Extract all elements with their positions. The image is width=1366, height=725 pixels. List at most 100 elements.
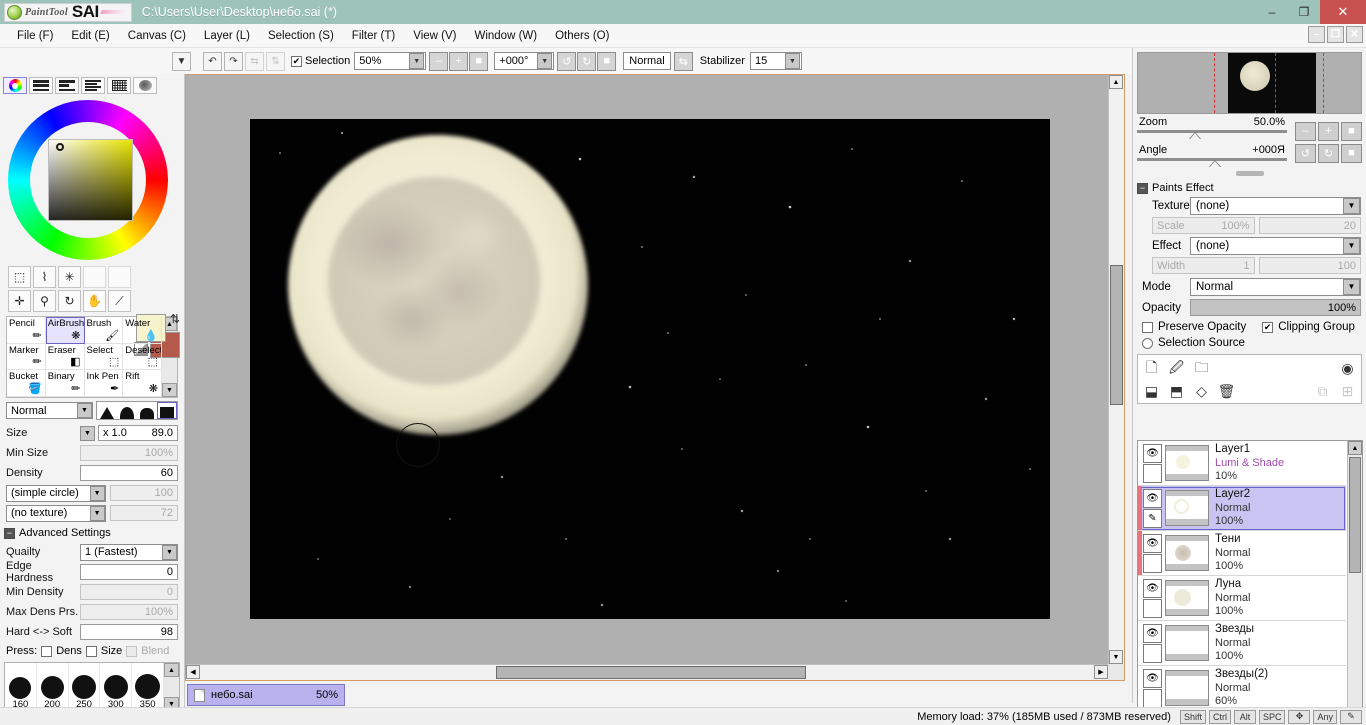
restore-button[interactable]: ❐	[1288, 0, 1320, 24]
zoom-icon[interactable]: ⚲	[33, 290, 56, 312]
chevron-down-icon[interactable]: ▼	[1343, 198, 1360, 214]
stabilizer-combo[interactable]: 15 ▼	[750, 52, 802, 70]
hand-icon[interactable]: ✋	[83, 290, 106, 312]
scroll-thumb[interactable]	[1110, 265, 1123, 405]
selection-source-radio[interactable]	[1142, 338, 1153, 349]
doc-minimize-button[interactable]: –	[1308, 26, 1325, 43]
chevron-down-icon[interactable]: ▼	[409, 53, 424, 69]
brush-marker[interactable]: Marker✏	[7, 344, 46, 371]
lasso-select-icon[interactable]: ⌇	[33, 266, 56, 288]
zoom-level-combo[interactable]: 50% ▼	[354, 52, 426, 70]
scroll-up-icon[interactable]: ▲	[164, 663, 179, 677]
menu-canvas[interactable]: Canvas (C)	[119, 28, 195, 44]
artwork-canvas[interactable]	[250, 119, 1050, 619]
scroll-right-icon[interactable]: ▶	[1094, 665, 1108, 679]
size-field[interactable]: x 1.0 89.0	[98, 425, 178, 441]
view-mode-button[interactable]: Normal	[623, 52, 670, 70]
layer-row-zvezdy-2[interactable]: 👁 Звезды(2) Normal 60%	[1138, 666, 1346, 711]
preset-scrollbar[interactable]: ▲ ▼	[164, 663, 179, 711]
layer-row-luna[interactable]: 👁 Луна Normal 100%	[1138, 576, 1346, 621]
rotate-ccw-button[interactable]: ↺	[557, 52, 576, 71]
zoom-slider-track[interactable]	[1137, 130, 1287, 133]
navigator-rotate-reset-button[interactable]: ■	[1341, 144, 1362, 163]
scroll-thumb[interactable]	[1349, 457, 1361, 573]
delete-layer-icon[interactable]: 🗑	[1217, 381, 1236, 401]
layer-row-layer1[interactable]: 👁 Layer1 Lumi & Shade 10%	[1138, 441, 1346, 486]
close-button[interactable]: ✕	[1320, 0, 1366, 24]
edge-shape-round[interactable]	[117, 402, 137, 419]
blank-tool-slot-2[interactable]	[108, 266, 131, 288]
preset-350[interactable]: 120 350	[132, 663, 164, 711]
texture-amount-field[interactable]: 20	[1259, 217, 1362, 234]
zoom-slider-thumb[interactable]	[1189, 132, 1201, 139]
rect-select-icon[interactable]: ⬚	[8, 266, 31, 288]
new-layer-icon[interactable]: 🗋	[1142, 359, 1161, 379]
angle-slider-thumb[interactable]	[1209, 160, 1221, 167]
scroll-down-icon[interactable]: ▼	[1109, 650, 1123, 664]
doc-close-button[interactable]: ✕	[1346, 26, 1363, 43]
paints-effect-header[interactable]: − Paints Effect	[1133, 179, 1366, 196]
canvas-vertical-scrollbar[interactable]: ▲ ▼	[1108, 75, 1124, 664]
brush-pencil[interactable]: Pencil✏	[7, 317, 46, 344]
layer-lock-icon[interactable]	[1143, 554, 1162, 573]
brush-airbrush[interactable]: AirBrush❋	[46, 317, 85, 344]
brush-blend-mode-combo[interactable]: Normal ▼	[6, 402, 93, 419]
brush-texture-combo[interactable]: (no texture) ▼	[6, 505, 106, 522]
preset-200[interactable]: 70 200	[37, 663, 69, 711]
eye-icon[interactable]: 👁	[1143, 579, 1162, 598]
scroll-up-icon[interactable]: ▲	[1109, 75, 1123, 89]
rotate-reset-button[interactable]: ■	[597, 52, 616, 71]
collapse-icon[interactable]: −	[1137, 183, 1148, 194]
advanced-settings-header[interactable]: − Advanced Settings	[0, 524, 184, 541]
layer-lock-icon[interactable]	[1143, 464, 1162, 483]
navigator-zoom-reset-button[interactable]: ■	[1341, 122, 1362, 141]
chevron-down-icon[interactable]: ▼	[1343, 238, 1360, 254]
navigator-zoom-in-button[interactable]: +	[1318, 122, 1339, 141]
scroll-up-icon[interactable]: ▲	[1348, 441, 1362, 455]
canvas-horizontal-scrollbar[interactable]: ◀ ▶	[186, 664, 1108, 680]
navigator-zoom-out-button[interactable]: –	[1295, 122, 1316, 141]
new-folder-icon[interactable]: 🗀	[1192, 359, 1211, 379]
selection-toggle[interactable]: ✔ Selection	[291, 55, 350, 67]
chevron-down-icon[interactable]: ▼	[90, 506, 105, 521]
chevron-down-icon[interactable]: ▼	[162, 545, 177, 560]
brush-binary[interactable]: Binary✏	[46, 370, 85, 397]
menu-filter[interactable]: Filter (T)	[343, 28, 404, 44]
effect-combo[interactable]: (none) ▼	[1190, 237, 1361, 255]
brush-deselect[interactable]: Deselect⬚	[123, 344, 162, 371]
color-list-mode-button[interactable]	[81, 77, 105, 94]
navigator-preview[interactable]	[1137, 52, 1362, 114]
layer-lock-icon[interactable]	[1143, 689, 1162, 708]
density-field[interactable]: 60	[80, 465, 178, 481]
angle-combo[interactable]: +000° ▼	[494, 52, 554, 70]
collapse-icon[interactable]: −	[4, 528, 15, 539]
layer-list[interactable]: 👁 Layer1 Lumi & Shade 10% 👁 ✎	[1137, 440, 1363, 725]
menu-layer[interactable]: Layer (L)	[195, 28, 259, 44]
edge-shape-sharp[interactable]	[97, 402, 117, 419]
pressure-density-checkbox[interactable]	[41, 646, 52, 657]
max-dens-prs-field[interactable]: 100%	[80, 604, 178, 620]
navigator-rotate-ccw-button[interactable]: ↺	[1295, 144, 1316, 163]
texture-combo[interactable]: (none) ▼	[1190, 197, 1361, 215]
zoom-in-button[interactable]: +	[449, 52, 468, 71]
color-picker[interactable]	[0, 96, 185, 264]
layer-row-zvezdy[interactable]: 👁 Звезды Normal 100%	[1138, 621, 1346, 666]
chevron-down-icon[interactable]: ▼	[537, 53, 552, 69]
swatch-grid-mode-button[interactable]	[107, 77, 131, 94]
transfer-icon[interactable]: ⧉	[1313, 381, 1332, 401]
texture-scale-field[interactable]: Scale 100%	[1152, 217, 1255, 234]
brush-bucket[interactable]: Bucket🪣	[7, 370, 46, 397]
swap-view-button[interactable]: ⇆	[674, 52, 693, 71]
layer-lock-icon[interactable]	[1143, 644, 1162, 663]
preserve-opacity-checkbox[interactable]	[1142, 322, 1153, 333]
scroll-thumb[interactable]	[496, 666, 806, 679]
edge-shape-solid[interactable]	[157, 402, 177, 419]
magic-wand-icon[interactable]: ✳	[58, 266, 81, 288]
preset-300[interactable]: 100 300	[100, 663, 132, 711]
size-menu-icon[interactable]: ▼	[80, 426, 95, 441]
selection-checkbox[interactable]: ✔	[291, 56, 302, 67]
undo-button[interactable]: ↶	[203, 52, 222, 71]
menu-window[interactable]: Window (W)	[465, 28, 546, 44]
saturation-value-marker[interactable]	[56, 143, 64, 151]
add-selection-icon[interactable]: ⊞	[1338, 381, 1357, 401]
